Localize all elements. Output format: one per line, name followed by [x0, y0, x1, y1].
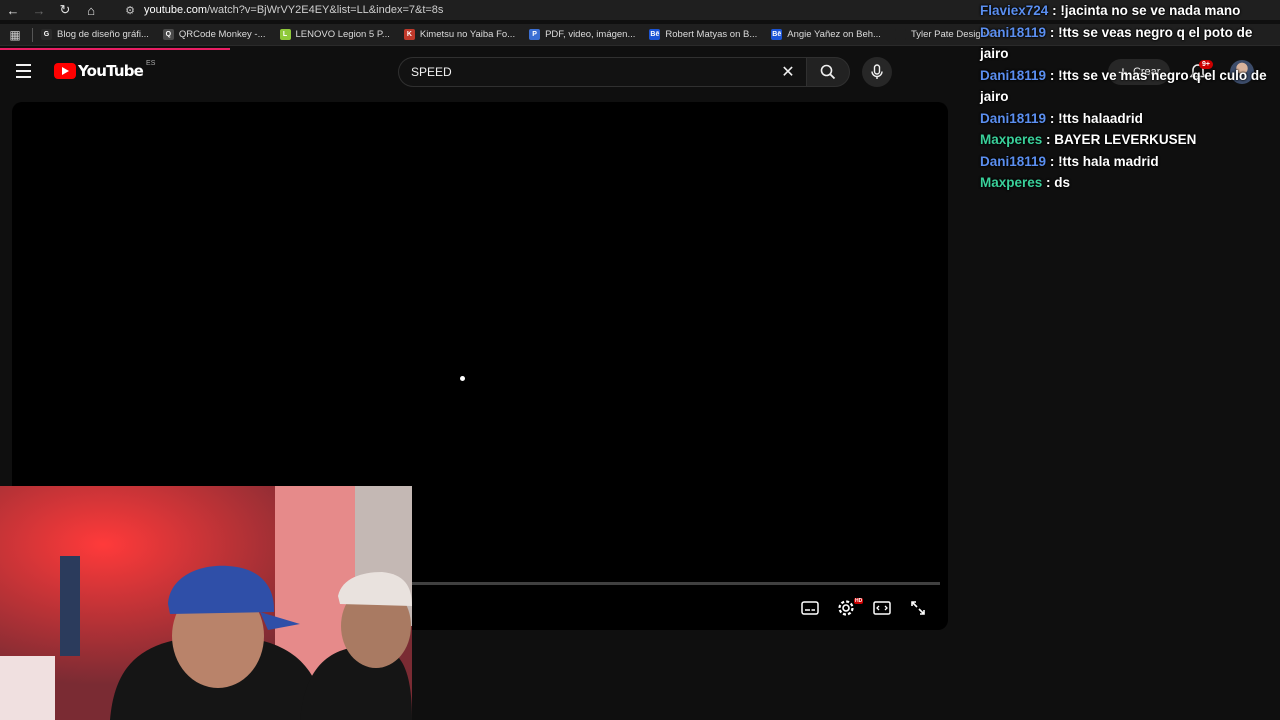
stream-chat-overlay: Flaviex724 : !jacinta no se ve nada mano… [980, 0, 1280, 194]
chat-username: Maxperes [980, 132, 1043, 147]
bookmark-favicon-icon: L [279, 29, 291, 40]
bookmark-favicon-icon: G [41, 29, 52, 40]
bookmark-item[interactable]: G Blog de diseño gráfi... [41, 29, 149, 40]
chat-separator: : [1046, 67, 1059, 83]
chat-username: Dani18119 [980, 110, 1047, 126]
chat-message: Dani18119 : !tts halaadrid [980, 108, 1280, 130]
chat-text: BAYER LEVERKUSEN [1054, 132, 1197, 147]
bookmark-item[interactable]: K Kimetsu no Yaiba Fo... [403, 29, 516, 40]
chat-message: Dani18119 : !tts hala madrid [980, 151, 1280, 173]
bookmark-favicon-icon: K [403, 29, 415, 40]
youtube-play-icon [54, 63, 76, 79]
apps-grid-icon[interactable]: ▦ [0, 28, 30, 42]
bookmark-label: PDF, video, imágen... [545, 29, 636, 40]
url-host: youtube.com [144, 4, 207, 16]
bookmark-item[interactable]: Q QRCode Monkey -... [162, 29, 266, 40]
chat-message: Maxperes : ds [980, 172, 1280, 194]
youtube-logo[interactable]: YouTube ES [54, 59, 156, 80]
loading-spinner [460, 376, 465, 381]
chat-separator: : [1046, 110, 1059, 126]
region-code: ES [146, 59, 156, 67]
bookmark-favicon-icon: Q [162, 29, 174, 40]
home-icon[interactable]: ⌂ [78, 0, 104, 20]
bookmark-favicon-icon: Bē [649, 29, 661, 40]
voice-search-button[interactable] [862, 57, 892, 87]
url-text: youtube.com/watch?v=BjWrVY2E4EY&list=LL&… [144, 4, 443, 16]
chat-text: ds [1054, 175, 1071, 190]
chat-message: Dani18119 : !tts se veas negro q el poto… [980, 22, 1280, 65]
screen: ← → ↻ ⌂ ⚙ youtube.com/watch?v=BjWrVY2E4E… [0, 0, 1280, 720]
chat-message: Flaviex724 : !jacinta no se ve nada mano [980, 0, 1280, 22]
chat-username: Dani18119 [980, 153, 1047, 169]
chat-separator: : [1042, 175, 1055, 190]
hamburger-menu-icon[interactable] [16, 60, 38, 82]
reload-icon[interactable]: ↻ [52, 0, 78, 20]
chat-username: Dani18119 [980, 67, 1047, 83]
search-input[interactable]: SPEED ✕ [398, 57, 806, 87]
chat-text: !jacinta no se ve nada mano [1060, 3, 1241, 18]
bookmark-label: Blog de diseño gráfi... [57, 29, 149, 40]
bookmark-label: QRCode Monkey -... [178, 29, 266, 40]
bookmarks-divider [32, 27, 33, 42]
bookmark-item[interactable]: Bē Angie Yañez on Beh... [771, 29, 881, 40]
bookmark-item[interactable]: P PDF, video, imágen... [529, 29, 635, 40]
back-arrow-icon[interactable]: ← [0, 0, 26, 20]
webcam-overlay [0, 486, 412, 720]
chat-separator: : [1046, 153, 1059, 169]
fullscreen-icon[interactable] [906, 596, 930, 620]
bookmark-label: Robert Matyas on B... [665, 29, 758, 40]
search-button[interactable] [806, 57, 850, 87]
chat-message: Maxperes : BAYER LEVERKUSEN [980, 129, 1280, 151]
chat-text: !tts hala madrid [1058, 153, 1159, 169]
chat-separator: : [1046, 24, 1059, 40]
bookmark-label: Angie Yañez on Beh... [787, 29, 881, 40]
forward-arrow-icon[interactable]: → [26, 0, 52, 20]
url-path: /watch?v=BjWrVY2E4EY&list=LL&index=7&t=8… [206, 4, 444, 16]
chat-text: !tts halaadrid [1058, 110, 1143, 126]
chat-separator: : [1048, 3, 1061, 18]
chat-username: Flaviex724 [980, 3, 1049, 18]
hd-badge: HD [854, 598, 864, 604]
site-info-icon[interactable]: ⚙ [116, 4, 144, 17]
bookmark-item[interactable]: Bē Robert Matyas on B... [649, 29, 757, 40]
youtube-wordmark: YouTube [78, 62, 144, 80]
bookmark-favicon-icon [894, 29, 906, 40]
search-icon [820, 64, 836, 80]
bookmark-label: Kimetsu no Yaiba Fo... [419, 29, 516, 40]
bookmark-item[interactable]: L LENOVO Legion 5 P... [279, 29, 390, 40]
subtitles-icon[interactable] [798, 596, 822, 620]
address-bar[interactable]: ⚙ youtube.com/watch?v=BjWrVY2E4EY&list=L… [116, 0, 443, 20]
bookmark-list: G Blog de diseño gráfi... Q QRCode Monkey -… [41, 29, 1015, 40]
webcam-image [0, 486, 412, 720]
bookmark-favicon-icon: P [529, 29, 541, 40]
bookmark-favicon-icon: Bē [771, 29, 783, 40]
theater-mode-icon[interactable] [870, 596, 894, 620]
chat-username: Dani18119 [980, 24, 1047, 40]
chat-message: Dani18119 : !tts se ve mas negro q el cu… [980, 65, 1280, 108]
microphone-icon [871, 64, 883, 79]
bookmark-label: LENOVO Legion 5 P... [295, 29, 390, 40]
search-query: SPEED [411, 65, 452, 79]
clear-search-icon[interactable]: ✕ [778, 63, 798, 83]
chat-username: Maxperes [980, 175, 1043, 190]
chat-separator: : [1042, 132, 1055, 147]
